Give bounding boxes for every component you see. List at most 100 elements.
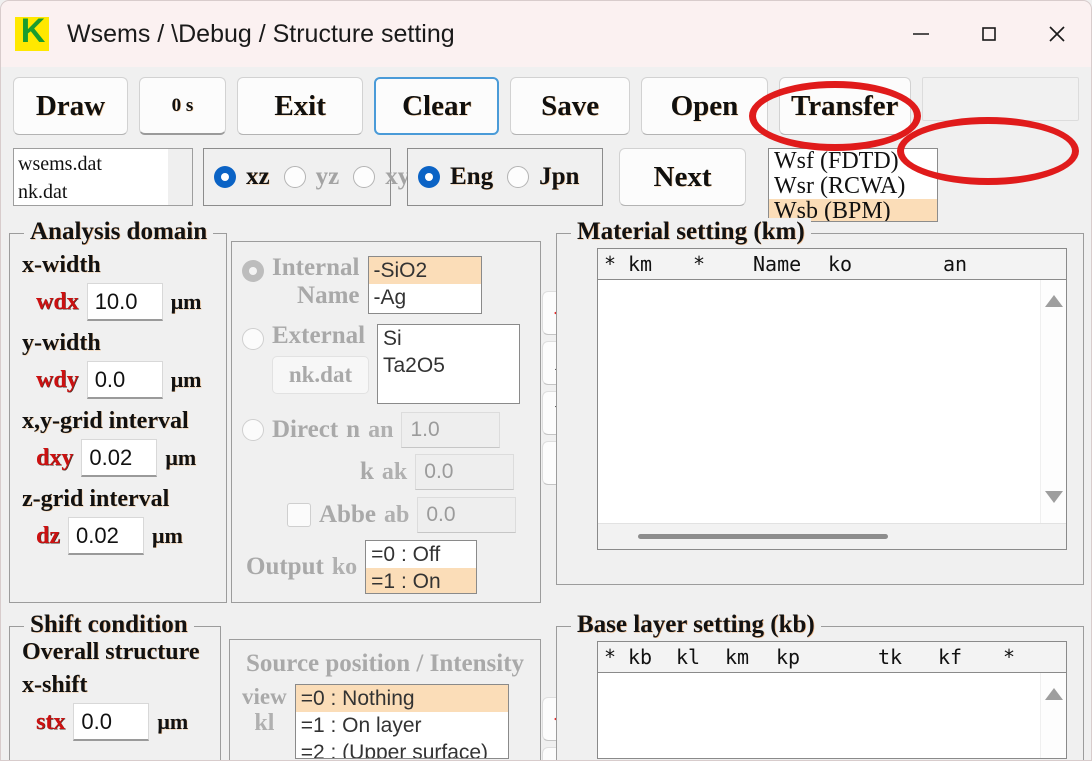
radio-lang-eng[interactable] <box>418 166 440 188</box>
radio-lang-eng-label: Eng <box>450 163 494 190</box>
label-xy-grid-interval: x,y-grid interval <box>22 408 189 434</box>
plane-selector-group: xz yz xy 1 <box>203 148 472 206</box>
base-layer-scroll-up-icon[interactable] <box>1044 687 1064 706</box>
internal-material-item[interactable]: -Ag <box>369 284 481 311</box>
radio-lang-jpn[interactable] <box>507 166 530 188</box>
language-selector-group: Eng Jpn <box>407 148 603 206</box>
external-material-item[interactable]: Si <box>378 325 519 352</box>
base-layer-setting-title: Base layer setting (kb) <box>571 611 821 639</box>
radio-plane-xz-label: xz <box>246 163 270 190</box>
toolbar-blank-panel <box>921 77 1080 121</box>
exit-button[interactable]: Exit <box>237 77 364 135</box>
file-list[interactable]: wsems.dat nk.dat <box>13 148 193 206</box>
radio-plane-yz-label: yz <box>315 163 340 190</box>
material-scroll-up-icon[interactable] <box>1044 294 1064 313</box>
nk-dat-button[interactable]: nk.dat <box>272 356 369 394</box>
elapsed-time-display: 0 s <box>138 77 227 135</box>
input-wdx[interactable]: 10.0 <box>86 283 163 321</box>
label-abbe: Abbe <box>319 501 376 528</box>
external-material-list[interactable]: Si Ta2O5 <box>377 324 520 404</box>
base-layer-table-header: * kb kl km kp tk kf * <box>597 641 1067 673</box>
material-table-body[interactable] <box>597 280 1067 550</box>
material-hscroll-thumb[interactable] <box>638 534 888 539</box>
clear-button[interactable]: Clear <box>374 77 500 135</box>
input-dxy[interactable]: 0.02 <box>81 439 158 477</box>
material-setting-title: Material setting (km) <box>571 218 811 246</box>
label-output: Output <box>246 553 324 580</box>
solver-item-wsr[interactable]: Wsr (RCWA) <box>769 174 937 199</box>
label-wdx: wdx <box>36 288 79 315</box>
radio-plane-xy[interactable] <box>353 166 376 188</box>
input-stx[interactable]: 0.0 <box>73 703 150 741</box>
next-button[interactable]: Next <box>619 148 746 206</box>
external-material-item[interactable]: Ta2O5 <box>378 352 519 379</box>
internal-material-item[interactable]: -SiO2 <box>368 257 481 284</box>
label-dxy: dxy <box>36 444 74 471</box>
base-col-km: km <box>725 645 750 669</box>
input-ab[interactable]: 0.0 <box>417 497 517 533</box>
label-n: n <box>346 416 361 443</box>
label-x-shift: x-shift <box>22 672 88 698</box>
label-stx: stx <box>36 708 66 735</box>
radio-external[interactable] <box>242 328 264 350</box>
base-col-kf: kf <box>938 645 963 669</box>
shift-condition-panel: Shift condition Overall structure x-shif… <box>9 611 221 760</box>
open-button[interactable]: Open <box>640 77 768 135</box>
label-direct: Direct <box>272 416 339 443</box>
label-x-width: x-width <box>22 252 101 278</box>
base-col-star1: * <box>604 645 617 669</box>
radio-internal[interactable] <box>242 260 264 282</box>
output-option-item[interactable]: =1 : On <box>366 568 477 593</box>
material-table-header: * km * Name ko an <box>597 248 1067 280</box>
input-an[interactable]: 1.0 <box>401 412 501 448</box>
source-view-option-list[interactable]: =0 : Nothing =1 : On layer =2 : (Upper s… <box>294 684 509 759</box>
source-position-title: Source position / Intensity <box>246 650 525 677</box>
close-icon[interactable] <box>1023 1 1091 67</box>
label-view: view <box>242 684 287 709</box>
main-toolbar: Draw 0 s Exit Clear Save Open Transfer <box>1 67 1091 151</box>
base-col-star2: * <box>1003 645 1016 669</box>
radio-direct[interactable] <box>242 419 264 441</box>
label-z-grid-interval: z-grid interval <box>22 486 170 512</box>
input-dz[interactable]: 0.02 <box>68 517 144 555</box>
base-col-kb: kb <box>628 645 653 669</box>
source-view-option-item[interactable]: =1 : On layer <box>296 712 508 739</box>
material-vertical-scrollbar[interactable] <box>1040 280 1066 549</box>
unit-dxy: μm <box>165 445 197 470</box>
input-wdy[interactable]: 0.0 <box>86 361 163 399</box>
app-window: K Wsems / \Debug / Structure setting Dra… <box>0 0 1092 761</box>
transfer-button[interactable]: Transfer <box>778 77 911 135</box>
internal-material-list[interactable]: -SiO2 -Ag <box>367 256 482 314</box>
material-horizontal-scrollbar[interactable] <box>598 523 1066 549</box>
source-view-option-item[interactable]: =2 : (Upper surface) <box>296 739 508 758</box>
solver-list[interactable]: Wsf (FDTD) Wsr (RCWA) Wsb (BPM) <box>768 148 938 222</box>
input-ak[interactable]: 0.0 <box>415 454 515 490</box>
analysis-domain-panel: Analysis domain x-width wdx 10.0 μm y-wi… <box>9 218 227 603</box>
material-col-star1: * <box>604 252 617 276</box>
settings-row: wsems.dat nk.dat xz yz xy 1 <box>1 148 1091 222</box>
radio-plane-yz[interactable] <box>283 166 306 188</box>
output-option-item[interactable]: =0 : Off <box>366 541 476 568</box>
analysis-domain-title: Analysis domain <box>24 218 214 246</box>
label-y-width: y-width <box>22 330 101 356</box>
file-list-item[interactable]: nk.dat <box>18 178 192 205</box>
source-view-option-item[interactable]: =0 : Nothing <box>295 685 508 712</box>
unit-wdy: μm <box>170 367 202 392</box>
material-col-km: km <box>628 252 653 276</box>
solver-item-wsf[interactable]: Wsf (FDTD) <box>769 149 937 174</box>
file-list-item[interactable]: wsems.dat <box>18 150 192 178</box>
base-layer-vertical-scrollbar[interactable] <box>1040 673 1066 758</box>
app-logo-icon: K <box>15 17 49 51</box>
radio-plane-xz[interactable] <box>214 166 236 188</box>
draw-button[interactable]: Draw <box>13 77 128 135</box>
label-name: Name <box>297 282 360 309</box>
material-scroll-down-icon[interactable] <box>1044 490 1064 509</box>
base-layer-table-body[interactable] <box>597 673 1067 759</box>
shift-condition-title: Shift condition <box>24 611 194 639</box>
maximize-icon[interactable] <box>955 1 1023 67</box>
output-option-list[interactable]: =0 : Off =1 : On <box>365 540 478 594</box>
minimize-icon[interactable] <box>887 1 955 67</box>
checkbox-abbe[interactable] <box>287 503 311 527</box>
base-layer-setting-panel: Base layer setting (kb) * kb kl km kp tk… <box>556 611 1084 760</box>
save-button[interactable]: Save <box>510 77 630 135</box>
